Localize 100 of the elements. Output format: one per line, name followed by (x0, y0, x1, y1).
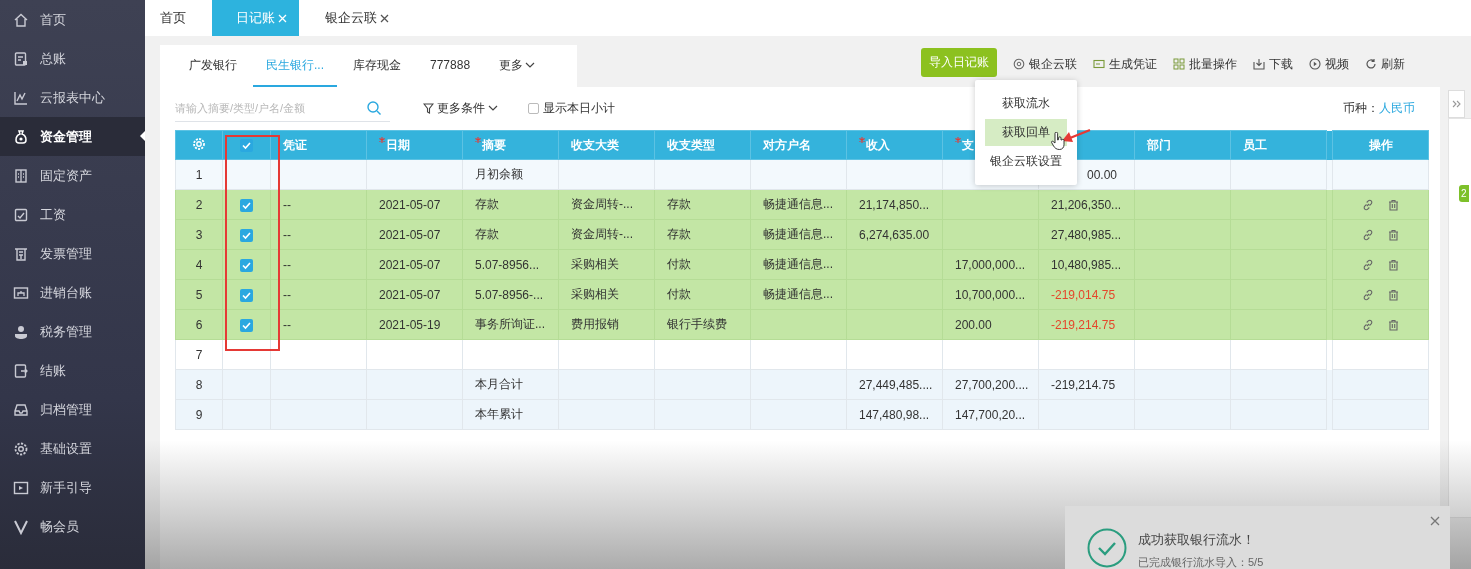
table-cell: 费用报销 (558, 309, 655, 340)
column-header: 部门 (1147, 137, 1171, 152)
account-tab[interactable]: 广发银行 (176, 45, 250, 87)
table-cell: 采购相关 (558, 279, 655, 310)
sidebar-item[interactable]: 归档管理 (0, 390, 145, 429)
toolbar-button[interactable]: 刷新 (1365, 55, 1405, 73)
toolbar-button[interactable]: 下载 (1253, 55, 1293, 73)
checkbox[interactable] (240, 258, 253, 272)
toolbar-button[interactable]: 视频 (1309, 55, 1349, 73)
table-cell: 付款 (654, 249, 751, 280)
arrow-annotation (1062, 128, 1091, 142)
column-header: 摘要 (482, 137, 506, 152)
collapse-button[interactable] (1448, 90, 1465, 118)
settings-icon (13, 440, 29, 457)
sidebar-item[interactable]: 发票管理 (0, 234, 145, 273)
menu-item[interactable]: 获取回单 (985, 119, 1067, 146)
table-cell: -- (270, 279, 367, 310)
account-tab[interactable]: 库存现金 (340, 45, 414, 87)
table-cell: 147,700,20... (942, 399, 1039, 430)
checkout-icon (13, 362, 29, 379)
column-header: 操作 (1332, 130, 1429, 160)
clipboard-icon (13, 206, 29, 223)
chart-icon (13, 89, 29, 106)
sidebar-item[interactable]: 总账 (0, 39, 145, 78)
sidebar-item[interactable]: 固定资产 (0, 156, 145, 195)
row-number: 6 (175, 309, 223, 340)
checkbox[interactable] (240, 139, 253, 153)
check-circle-icon (1087, 528, 1127, 568)
sidebar-item[interactable]: 首页 (0, 0, 145, 39)
table-cell: 200.00 (942, 309, 1039, 340)
column-header: 收入 (866, 137, 890, 152)
table-cell: -219,214.75 (1038, 309, 1135, 340)
table-cell: 2021-05-07 (366, 279, 463, 310)
account-tab[interactable]: 777888 (417, 45, 484, 87)
sidebar-item[interactable]: 基础设置 (0, 429, 145, 468)
table-cell: -- (270, 189, 367, 220)
table-cell: 21,206,350... (1038, 189, 1135, 220)
link-icon (1362, 228, 1374, 241)
tab[interactable]: 首页 (147, 0, 199, 36)
close-icon[interactable] (380, 13, 389, 23)
toolbar-button[interactable]: 生成凭证 (1093, 55, 1157, 73)
toolbar-button[interactable]: 银企云联 (1013, 55, 1077, 73)
row-number: 2 (175, 189, 223, 220)
double-chevron-icon (1452, 100, 1461, 108)
more-menu[interactable]: 更多 (486, 45, 549, 87)
settings-icon (192, 136, 206, 151)
toast-message: 已完成银行流水导入：5/5 (1138, 555, 1264, 569)
v-icon (13, 518, 29, 535)
table-cell: 存款 (462, 189, 559, 220)
table-cell: 资金周转-... (558, 189, 655, 220)
sidebar-item[interactable]: 畅会员 (0, 507, 145, 546)
table-cell: 2021-05-07 (366, 189, 463, 220)
table-cell: 畅捷通信息... (750, 249, 847, 280)
table-cell: -219,214.75 (1038, 369, 1135, 400)
column-header: 收支大类 (571, 137, 619, 152)
sidebar-item[interactable]: 进销台账 (0, 273, 145, 312)
home-icon (13, 11, 29, 28)
table-cell: 2021-05-07 (366, 249, 463, 280)
sidebar-item[interactable]: 云报表中心 (0, 78, 145, 117)
search-icon (366, 100, 382, 116)
row-number: 7 (175, 339, 223, 370)
toolbar-button[interactable]: 批量操作 (1173, 55, 1237, 73)
checkbox[interactable] (240, 198, 253, 212)
checkbox[interactable] (240, 228, 253, 242)
filter-button[interactable]: 更多条件 (423, 100, 498, 117)
inbox-icon (13, 401, 29, 418)
close-icon[interactable] (1430, 516, 1440, 526)
sidebar-item[interactable]: 新手引导 (0, 468, 145, 507)
sidebar-item[interactable]: 税务管理 (0, 312, 145, 351)
table-cell: 月初余额 (462, 159, 559, 190)
row-number: 8 (175, 369, 223, 400)
table-cell: -- (270, 219, 367, 250)
table-cell: 存款 (462, 219, 559, 250)
table-cell: 21,174,850... (846, 189, 943, 220)
table-cell: 存款 (654, 189, 751, 220)
sidebar-item[interactable]: 资金管理 (0, 117, 145, 156)
table-cell: 本月合计 (462, 369, 559, 400)
table-cell: 事务所询证... (462, 309, 559, 340)
delete-icon (1388, 198, 1399, 211)
count-badge: 2 (1459, 185, 1469, 202)
link-icon (1362, 318, 1374, 331)
table-cell: 本年累计 (462, 399, 559, 430)
search-field[interactable]: 请输入摘要/类型/户名/金额 (175, 102, 366, 114)
table-cell: 10,700,000... (942, 279, 1039, 310)
checkbox[interactable] (528, 103, 539, 114)
table-cell: -- (270, 309, 367, 340)
checkbox[interactable] (240, 318, 253, 332)
menu-item[interactable]: 获取流水 (985, 90, 1067, 117)
delete-icon (1388, 288, 1399, 301)
table-cell: 银行手续费 (654, 309, 751, 340)
column-header: 对方户名 (763, 137, 811, 152)
checkbox[interactable] (240, 288, 253, 302)
table-cell: 10,480,985... (1038, 249, 1135, 280)
table-cell: 27,449,485.... (846, 369, 943, 400)
tab[interactable]: 银企云联 (312, 0, 402, 36)
sidebar-item[interactable]: 工资 (0, 195, 145, 234)
sidebar-item[interactable]: 结账 (0, 351, 145, 390)
row-number: 9 (175, 399, 223, 430)
table-cell: 2021-05-07 (366, 219, 463, 250)
delete-icon (1388, 228, 1399, 241)
